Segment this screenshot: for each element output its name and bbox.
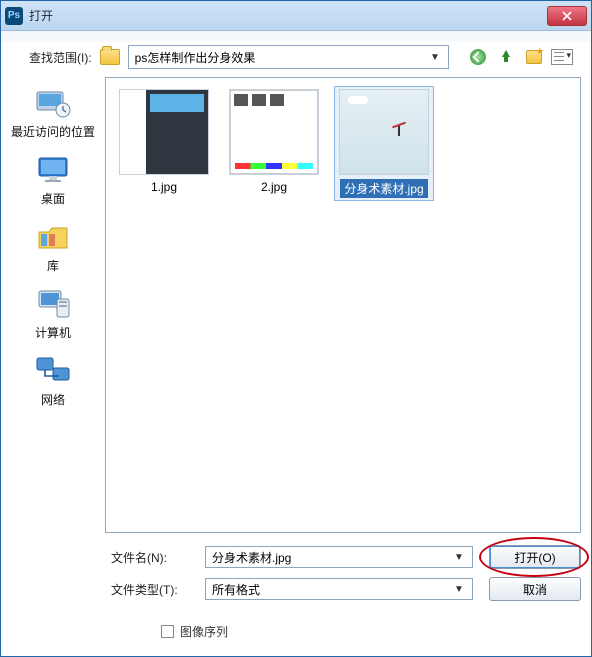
chevron-down-icon: ▼ xyxy=(428,52,442,63)
file-pane[interactable]: 1.jpg 2.jpg 分身术素材.jpg xyxy=(105,77,581,533)
close-button[interactable] xyxy=(547,6,587,26)
file-item[interactable]: 1.jpg xyxy=(114,86,214,198)
thumbnail xyxy=(339,89,429,175)
place-label: 最近访问的位置 xyxy=(11,123,95,140)
new-folder-icon xyxy=(526,50,542,64)
chevron-down-icon: ▼ xyxy=(452,552,466,563)
open-dialog: Ps 打开 查找范围(I): ps怎样制作出分身效果 ▼ xyxy=(0,0,592,657)
checkbox-icon xyxy=(161,625,174,638)
photoshop-icon: Ps xyxy=(5,7,23,25)
place-desktop[interactable]: 桌面 xyxy=(5,150,101,211)
places-bar: 最近访问的位置 桌面 库 计算机 xyxy=(1,77,105,533)
checkbox-label: 图像序列 xyxy=(180,623,228,640)
filetype-value: 所有格式 xyxy=(212,581,452,598)
place-libraries[interactable]: 库 xyxy=(5,217,101,278)
file-item-selected[interactable]: 分身术素材.jpg xyxy=(334,86,434,201)
place-label: 桌面 xyxy=(41,190,65,207)
place-label: 库 xyxy=(47,257,59,274)
filetype-combo[interactable]: 所有格式 ▼ xyxy=(205,578,473,600)
back-icon xyxy=(470,49,486,65)
libraries-icon xyxy=(33,219,73,255)
thumbnail xyxy=(119,89,209,175)
thumbnail xyxy=(229,89,319,175)
look-in-label: 查找范围(I): xyxy=(29,49,92,66)
look-in-row: 查找范围(I): ps怎样制作出分身效果 ▼ xyxy=(1,31,591,77)
filetype-row: 文件类型(T): 所有格式 ▼ 取消 xyxy=(111,577,581,601)
toolbar xyxy=(467,47,573,67)
place-network[interactable]: 网络 xyxy=(5,351,101,412)
network-icon xyxy=(33,353,73,389)
file-name: 2.jpg xyxy=(257,179,291,195)
open-button[interactable]: 打开(O) xyxy=(489,545,581,569)
window-title: 打开 xyxy=(29,7,547,24)
titlebar: Ps 打开 xyxy=(1,1,591,31)
body: 最近访问的位置 桌面 库 计算机 xyxy=(1,77,591,533)
file-list: 1.jpg 2.jpg 分身术素材.jpg xyxy=(106,78,580,209)
close-icon xyxy=(562,11,572,21)
filename-row: 文件名(N): 分身术素材.jpg ▼ 打开(O) xyxy=(111,545,581,569)
open-button-highlight: 打开(O) xyxy=(489,545,581,569)
back-button[interactable] xyxy=(467,47,489,67)
cancel-button[interactable]: 取消 xyxy=(489,577,581,601)
cancel-button-label: 取消 xyxy=(523,581,547,598)
place-label: 计算机 xyxy=(35,324,71,341)
filetype-label: 文件类型(T): xyxy=(111,581,189,598)
bottom-controls: 文件名(N): 分身术素材.jpg ▼ 打开(O) 文件类型(T): 所有格式 … xyxy=(1,533,591,603)
file-name: 分身术素材.jpg xyxy=(340,179,427,198)
file-item[interactable]: 2.jpg xyxy=(224,86,324,198)
footer: 图像序列 xyxy=(1,603,591,656)
up-one-level-button[interactable] xyxy=(495,47,517,67)
view-menu-icon xyxy=(551,49,573,65)
new-folder-button[interactable] xyxy=(523,47,545,67)
file-name: 1.jpg xyxy=(147,179,181,195)
up-icon xyxy=(499,50,513,64)
chevron-down-icon: ▼ xyxy=(452,584,466,595)
open-button-label: 打开(O) xyxy=(514,549,555,566)
filename-value: 分身术素材.jpg xyxy=(212,549,452,566)
filename-label: 文件名(N): xyxy=(111,549,189,566)
desktop-icon xyxy=(33,152,73,188)
recent-icon xyxy=(33,85,73,121)
computer-icon xyxy=(33,286,73,322)
image-sequence-checkbox[interactable]: 图像序列 xyxy=(161,623,591,640)
look-in-combo[interactable]: ps怎样制作出分身效果 ▼ xyxy=(128,45,449,69)
place-computer[interactable]: 计算机 xyxy=(5,284,101,345)
place-recent[interactable]: 最近访问的位置 xyxy=(5,83,101,144)
filename-combo[interactable]: 分身术素材.jpg ▼ xyxy=(205,546,473,568)
place-label: 网络 xyxy=(41,391,65,408)
view-menu-button[interactable] xyxy=(551,47,573,67)
folder-icon xyxy=(100,49,120,65)
look-in-value: ps怎样制作出分身效果 xyxy=(135,49,428,66)
